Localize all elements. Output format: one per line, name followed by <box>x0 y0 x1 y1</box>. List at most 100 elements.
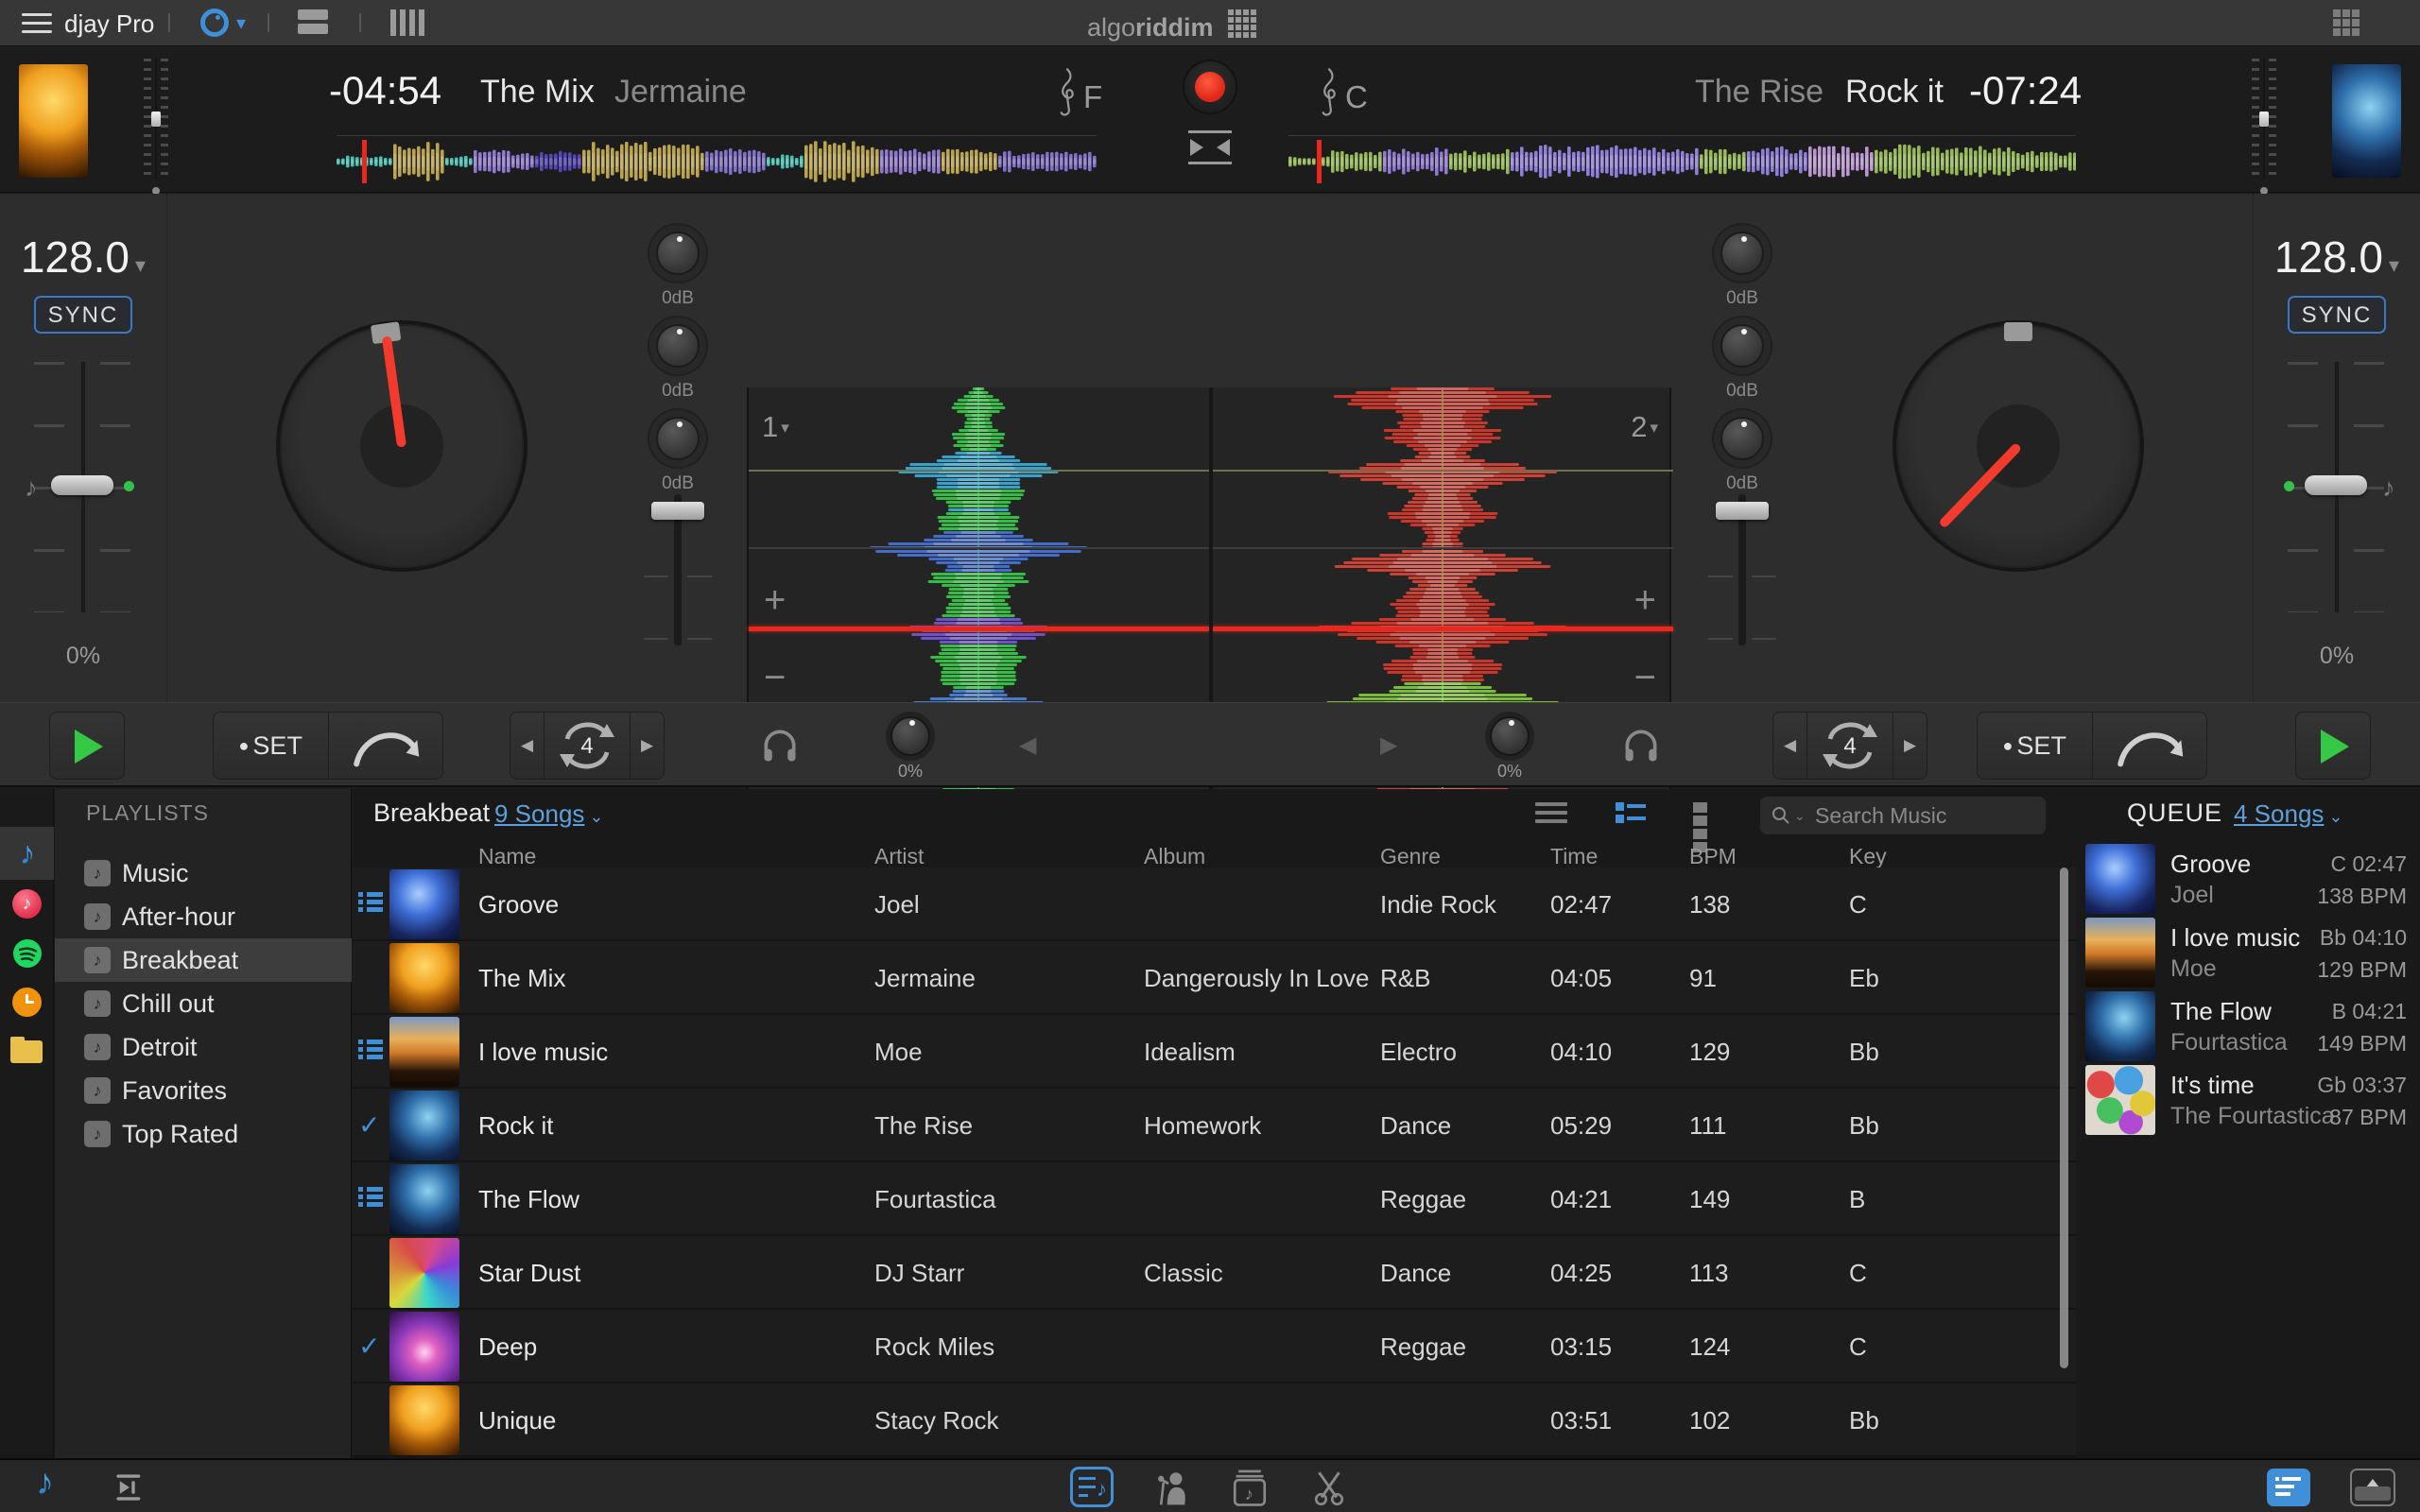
toolbar-music-icon[interactable]: ♪ <box>36 1468 54 1498</box>
deck2-loop-increase-button[interactable]: ▶ <box>1893 713 1927 779</box>
track-row[interactable]: UniqueStacy Rock03:51102Bb <box>353 1383 2076 1457</box>
deck2-zoom-in-button[interactable]: + <box>1634 586 1656 614</box>
deck1-eq-mid-knob[interactable] <box>656 324 700 368</box>
deck1-loop-decrease-button[interactable]: ◀ <box>510 713 544 779</box>
deck2-headphone-cue-button[interactable] <box>1620 725 1662 766</box>
keyboard-drawer-button[interactable] <box>2350 1469 2395 1506</box>
apple-music-icon[interactable]: ♪ <box>12 889 42 919</box>
track-row[interactable]: ✓Rock itThe RiseHomeworkDance05:29111Bb <box>353 1089 2076 1162</box>
deck2-jog-wheel[interactable] <box>1893 320 2144 572</box>
files-folder-icon[interactable] <box>10 1040 43 1063</box>
deck2-loop-decrease-button[interactable]: ◀ <box>1773 713 1806 779</box>
deck2-eq-low-knob[interactable] <box>1720 417 1764 460</box>
track-row[interactable]: GrooveJoelIndie Rock02:47138C <box>353 868 2076 941</box>
albums-icon[interactable]: ♪ <box>1229 1468 1270 1507</box>
crossfader-right-arrow[interactable]: ▶ <box>1380 731 1397 759</box>
music-library-icon[interactable]: ♪ <box>12 838 43 868</box>
playlist-item[interactable]: ♪Detroit <box>55 1025 352 1069</box>
library-columns-icon[interactable] <box>390 9 428 41</box>
deck1-zoom-out-button[interactable]: − <box>764 663 786 692</box>
track-row[interactable]: Star DustDJ StarrClassicDance04:25113C <box>353 1236 2076 1310</box>
deck2-volume-fader[interactable] <box>1685 494 1799 655</box>
deck2-pitch-slider[interactable]: ♪ <box>2254 362 2420 645</box>
deck1-cue-jump-button[interactable] <box>328 713 443 779</box>
track-row[interactable]: I love musicMoeIdealismElectro04:10129Bb <box>353 1015 2076 1089</box>
queue-item[interactable]: I love musicBb 04:10Moe129 BPM <box>2077 916 2420 989</box>
deck2-play-button[interactable] <box>2295 712 2371 780</box>
deck2-pitch-handle[interactable] <box>2305 475 2367 495</box>
deck2-eq-mid-knob[interactable] <box>1720 324 1764 368</box>
deck1-pitch-handle[interactable] <box>51 475 113 495</box>
deck2-zoom-out-button[interactable]: − <box>1634 663 1656 692</box>
track-row[interactable]: The FlowFourtasticaReggae04:21149B <box>353 1162 2076 1236</box>
deck1-headphone-cue-button[interactable] <box>759 725 801 766</box>
deck1-pitch-slider[interactable]: ♪ <box>0 362 166 645</box>
deck1-loop-button[interactable]: 4 <box>544 713 631 779</box>
queue-item[interactable]: It's timeGb 03:37The Fourtastica87 BPM <box>2077 1063 2420 1137</box>
table-header-cell[interactable]: Key <box>1849 844 1887 869</box>
chevron-down-icon[interactable]: ▾ <box>236 11 246 35</box>
playlist-item[interactable]: ♪Chill out <box>55 982 352 1025</box>
track-row[interactable]: ✓DeepRock MilesReggae03:15124C <box>353 1310 2076 1383</box>
tracklist-scrollbar[interactable] <box>2060 868 2068 1368</box>
precueing-mixer-icon[interactable] <box>112 1471 147 1503</box>
singer-karaoke-icon[interactable] <box>1151 1468 1193 1507</box>
deck1-number-dropdown[interactable]: 1▾ <box>762 410 789 444</box>
deck2-waveform-overview[interactable] <box>1288 140 2076 183</box>
playlist-item[interactable]: ♪After-hour <box>55 895 352 938</box>
deck1-sync-button[interactable]: SYNC <box>34 296 132 334</box>
deck2-eq-high-knob[interactable] <box>1720 232 1764 275</box>
table-header-cell[interactable]: Genre <box>1380 844 1441 869</box>
deck2-sync-button[interactable]: SYNC <box>2288 296 2386 334</box>
queue-item[interactable]: The FlowB 04:21Fourtastica149 BPM <box>2077 989 2420 1063</box>
deck2-cue-set-button[interactable]: ●SET <box>1978 713 2092 779</box>
deck1-zoom-in-button[interactable]: + <box>764 586 786 614</box>
crossfader-left-arrow[interactable]: ◀ <box>1019 731 1036 759</box>
playlist-item[interactable]: ♪Breakbeat <box>55 938 352 982</box>
apps-grid-icon[interactable] <box>2333 9 2367 38</box>
record-button[interactable] <box>1183 60 1237 114</box>
deck2-cue-jump-button[interactable] <box>2092 713 2207 779</box>
playlist-item[interactable]: ♪Music <box>55 851 352 895</box>
deck2-bpm-display[interactable]: 128.0▾ <box>2254 232 2420 283</box>
deck1-volume-fader[interactable] <box>621 494 735 655</box>
deck2-loop-button[interactable]: 4 <box>1806 713 1893 779</box>
queue-item[interactable]: GrooveC 02:47Joel138 BPM <box>2077 842 2420 916</box>
deck2-volume-handle[interactable] <box>1716 502 1769 520</box>
deck1-cue-mix-knob[interactable] <box>890 716 930 756</box>
view-grid-icon[interactable] <box>1693 802 1725 827</box>
deck-layout-icon[interactable] <box>298 9 328 38</box>
automix-button[interactable] <box>1188 130 1232 164</box>
history-icon[interactable] <box>12 988 42 1017</box>
deck1-play-button[interactable] <box>49 712 125 780</box>
deck1-eq-low-knob[interactable] <box>656 417 700 460</box>
playlist-item[interactable]: ♪Top Rated <box>55 1112 352 1156</box>
deck2-cue-mix-knob[interactable] <box>1490 716 1530 756</box>
view-list-detailed-icon[interactable] <box>1616 802 1648 827</box>
turntable-icon[interactable] <box>200 9 229 37</box>
deck1-eq-high-knob[interactable] <box>656 232 700 275</box>
table-header-cell[interactable]: Album <box>1144 844 1205 869</box>
band-guitars-icon[interactable] <box>1308 1468 1350 1507</box>
playlist-item[interactable]: ♪Favorites <box>55 1069 352 1112</box>
deck1-bpm-display[interactable]: 128.0▾ <box>0 232 166 283</box>
search-input[interactable]: ⌄ Search Music <box>1760 797 2046 834</box>
library-songs-button[interactable]: ♪ <box>1070 1467 1114 1507</box>
track-row[interactable]: The MixJermaineDangerously In LoveR&B04:… <box>353 941 2076 1015</box>
table-header-cell[interactable]: BPM <box>1689 844 1737 869</box>
deck1-cue-set-button[interactable]: ●SET <box>214 713 328 779</box>
view-list-simple-icon[interactable] <box>1535 802 1567 827</box>
deck1-volume-handle[interactable] <box>651 502 704 520</box>
song-count-dropdown[interactable]: 9 Songs⌄ <box>494 799 604 829</box>
hamburger-menu-icon[interactable] <box>22 13 52 33</box>
deck1-loop-increase-button[interactable]: ▶ <box>631 713 664 779</box>
deck2-number-dropdown[interactable]: 2▾ <box>1631 410 1658 444</box>
table-header-cell[interactable]: Artist <box>874 844 924 869</box>
table-header-cell[interactable]: Time <box>1550 844 1598 869</box>
spotify-icon[interactable] <box>12 938 43 969</box>
deck1-waveform-overview[interactable] <box>337 140 1097 183</box>
queue-count-dropdown[interactable]: 4 Songs⌄ <box>2234 799 2343 829</box>
queue-panel-toggle-button[interactable] <box>2267 1469 2310 1506</box>
table-header-cell[interactable]: Name <box>478 844 536 869</box>
deck1-jog-wheel[interactable] <box>276 320 527 572</box>
